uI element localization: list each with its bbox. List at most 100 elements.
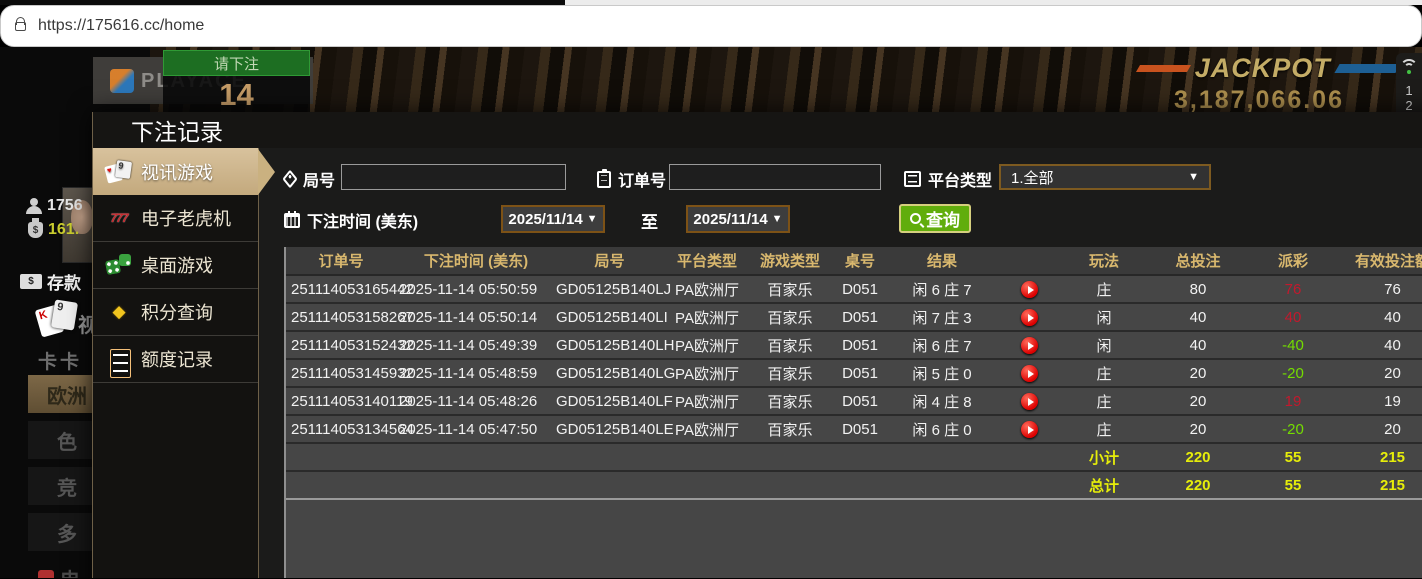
cell-game-type: 百家乐 [751, 419, 829, 440]
sidebar-tab-label: 电子老虎机 [141, 205, 231, 231]
chevron-down-icon: ▼ [772, 213, 783, 225]
cell-result: 闲 6 庄 7 [891, 335, 993, 356]
date-to-picker[interactable]: 2025/11/14 ▼ [686, 205, 790, 233]
order-no-label: 订单号 [618, 167, 666, 191]
sidebar-tab-label: 积分查询 [141, 299, 213, 325]
column-header: 订单号 [286, 250, 396, 271]
cell-table-no: D051 [829, 393, 891, 410]
jackpot-value: 3,187,066.06 [1174, 86, 1398, 115]
sidebar-tab-label: 视讯游戏 [141, 159, 213, 185]
cell-result: 闲 4 庄 8 [891, 391, 993, 412]
bet-time-label: 下注时间 (美东) [307, 208, 418, 232]
date-range-join-label: 至 [641, 208, 658, 233]
cell-order-no: 251114053145932 [286, 365, 396, 382]
total-total-bet: 220 [1143, 477, 1253, 494]
quota-document-icon [106, 347, 132, 371]
bet-record-table: 订单号 下注时间 (美东) 局号 平台类型 游戏类型 桌号 结果 [284, 247, 1422, 578]
order-no-input[interactable] [669, 164, 881, 190]
cell-round-no: GD05125B140LI [556, 309, 663, 326]
subtotal-payout: 55 [1253, 449, 1333, 466]
cell-platform: PA欧洲厅 [663, 279, 751, 300]
replay-play-icon[interactable] [1021, 337, 1038, 354]
cell-valid-bet: 40 [1333, 337, 1422, 354]
rank-number: 1 [1405, 83, 1412, 98]
cell-total-bet: 20 [1143, 365, 1253, 382]
column-header: 平台类型 [663, 250, 751, 271]
browser-url-bar[interactable]: https://175616.cc/home [0, 5, 1422, 47]
filter-bar: 局号 订单号 平台类型 1.全部 ▼ [259, 148, 1422, 247]
platform-select[interactable]: 1.全部 ▼ [999, 164, 1211, 190]
cell-table-no: D051 [829, 337, 891, 354]
cell-order-no: 251114053134564 [286, 421, 396, 438]
cell-payout: -20 [1253, 421, 1333, 438]
cell-game-type: 百家乐 [751, 335, 829, 356]
url-text: https://175616.cc/home [38, 17, 204, 35]
column-header: 有效投注额 [1333, 250, 1422, 271]
cell-platform: PA欧洲厅 [663, 419, 751, 440]
cell-play-type: 闲 [1065, 335, 1143, 356]
cell-platform: PA欧洲厅 [663, 335, 751, 356]
table-row: 251114053158267 2025-11-14 05:50:14 GD05… [286, 304, 1422, 332]
lock-icon [15, 22, 26, 31]
platform-list-icon [904, 171, 921, 187]
deposit-icon: $ [20, 274, 42, 289]
platform-selected-value: 1.全部 [1011, 167, 1054, 188]
modal-sidebar: 视讯游戏 777 电子老虎机 桌面游戏 ◆ 积分查询 [93, 148, 259, 578]
sidebar-tab-label: 桌面游戏 [141, 252, 213, 278]
cell-valid-bet: 20 [1333, 365, 1422, 382]
round-no-input[interactable] [341, 164, 566, 190]
subtotal-valid-bet: 215 [1333, 449, 1422, 466]
cell-table-no: D051 [829, 421, 891, 438]
round-no-label: 局号 [303, 167, 335, 191]
user-id-row: 1756 [26, 197, 83, 215]
balance-row: $ 161. [28, 221, 79, 239]
replay-play-icon[interactable] [1021, 281, 1038, 298]
cell-order-no: 251114053165442 [286, 281, 396, 298]
sidebar-tab[interactable]: 额度记录 [93, 336, 258, 383]
cell-bet-time: 2025-11-14 05:48:26 [396, 393, 556, 410]
cell-result: 闲 6 庄 7 [891, 279, 993, 300]
table-row: 251114053140119 2025-11-14 05:48:26 GD05… [286, 388, 1422, 416]
search-button[interactable]: 查询 [899, 204, 971, 233]
cell-total-bet: 20 [1143, 421, 1253, 438]
column-header: 桌号 [829, 250, 891, 271]
cell-game-type: 百家乐 [751, 307, 829, 328]
cell-bet-time: 2025-11-14 05:47:50 [396, 421, 556, 438]
cell-payout: 76 [1253, 281, 1333, 298]
cell-game-type: 百家乐 [751, 279, 829, 300]
sidebar-tab[interactable]: 视讯游戏 [93, 148, 258, 195]
order-clipboard-icon [597, 171, 611, 188]
column-header: 游戏类型 [751, 250, 829, 271]
cell-total-bet: 20 [1143, 393, 1253, 410]
balance-value: 161. [48, 221, 79, 239]
sidebar-tab[interactable]: 桌面游戏 [93, 242, 258, 289]
column-header: 下注时间 (美东) [396, 250, 556, 271]
replay-play-icon[interactable] [1021, 421, 1038, 438]
cell-payout: 19 [1253, 393, 1333, 410]
replay-play-icon[interactable] [1021, 365, 1038, 382]
replay-play-icon[interactable] [1021, 309, 1038, 326]
chevron-down-icon: ▼ [1188, 171, 1199, 183]
search-button-label: 查询 [926, 206, 960, 231]
cell-platform: PA欧洲厅 [663, 391, 751, 412]
cell-result: 闲 7 庄 3 [891, 307, 993, 328]
date-from-value: 2025/11/14 [508, 211, 582, 228]
cell-round-no: GD05125B140LE [556, 421, 663, 438]
cell-payout: -40 [1253, 337, 1333, 354]
deposit-label: 存款 [47, 269, 81, 294]
cell-order-no: 251114053140119 [286, 393, 396, 410]
game-page: PLAYACE 请下注 14 JACKPOT 3,187,066.06 1 2 … [0, 47, 1422, 578]
lobby-nav-label: 多 [57, 518, 77, 547]
replay-play-icon[interactable] [1021, 393, 1038, 410]
sidebar-tab[interactable]: 777 电子老虎机 [93, 195, 258, 242]
jackpot-widget: JACKPOT 3,187,066.06 [1138, 53, 1398, 115]
cell-valid-bet: 40 [1333, 309, 1422, 326]
total-row: 总计 220 55 215 [286, 472, 1422, 500]
calendar-icon [284, 213, 300, 228]
date-from-picker[interactable]: 2025/11/14 ▼ [501, 205, 605, 233]
cell-valid-bet: 20 [1333, 421, 1422, 438]
jackpot-right-dash [1334, 64, 1400, 73]
cell-play-type: 庄 [1065, 279, 1143, 300]
sidebar-tab[interactable]: ◆ 积分查询 [93, 289, 258, 336]
cell-table-no: D051 [829, 365, 891, 382]
